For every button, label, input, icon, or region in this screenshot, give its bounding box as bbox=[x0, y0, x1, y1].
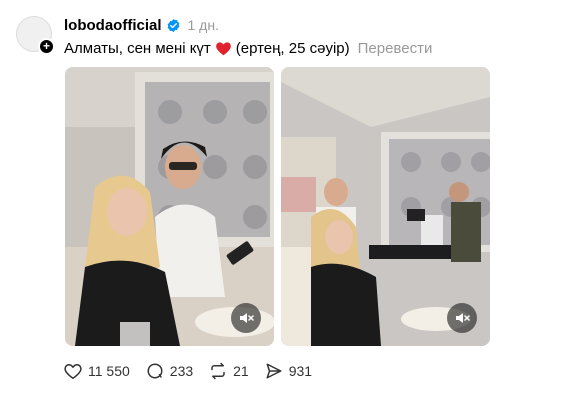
post-header: lobodaofficial 1 дн. bbox=[64, 15, 219, 35]
post-time: 1 дн. bbox=[187, 17, 219, 33]
verified-badge-icon bbox=[167, 18, 179, 32]
media-photo-2[interactable] bbox=[281, 67, 490, 346]
caption-text: Алматы, сен мені күт bbox=[64, 40, 211, 57]
like-button[interactable]: 11 550 bbox=[64, 363, 130, 380]
comment-count: 233 bbox=[169, 363, 194, 379]
username[interactable]: lobodaofficial bbox=[64, 17, 162, 34]
action-bar: 11 550 233 21 931 bbox=[64, 360, 328, 382]
caption-date: (ертең, 25 сәуір) bbox=[235, 40, 350, 57]
post-card: + lobodaofficial 1 дн. Алматы, сен мені … bbox=[0, 0, 579, 404]
share-icon bbox=[266, 363, 282, 379]
speaker-muted-icon bbox=[240, 313, 254, 323]
share-button[interactable]: 931 bbox=[265, 362, 312, 380]
translate-link[interactable]: Перевести bbox=[358, 40, 433, 57]
repost-icon bbox=[211, 362, 225, 380]
heart-icon bbox=[64, 363, 82, 379]
comment-icon bbox=[147, 363, 163, 379]
mute-button[interactable] bbox=[447, 303, 477, 333]
red-heart-emoji-icon bbox=[215, 42, 231, 56]
repost-count: 21 bbox=[233, 363, 249, 379]
share-count: 931 bbox=[288, 363, 313, 379]
follow-plus-icon[interactable]: + bbox=[38, 38, 55, 55]
like-count: 11 550 bbox=[88, 363, 130, 379]
speaker-muted-icon bbox=[456, 313, 470, 323]
repost-button[interactable]: 21 bbox=[209, 362, 249, 380]
comment-button[interactable]: 233 bbox=[146, 362, 193, 380]
mute-button[interactable] bbox=[231, 303, 261, 333]
media-photo-1[interactable] bbox=[65, 67, 274, 346]
post-caption: Алматы, сен мені күт (ертең, 25 сәуір) П… bbox=[64, 40, 432, 57]
